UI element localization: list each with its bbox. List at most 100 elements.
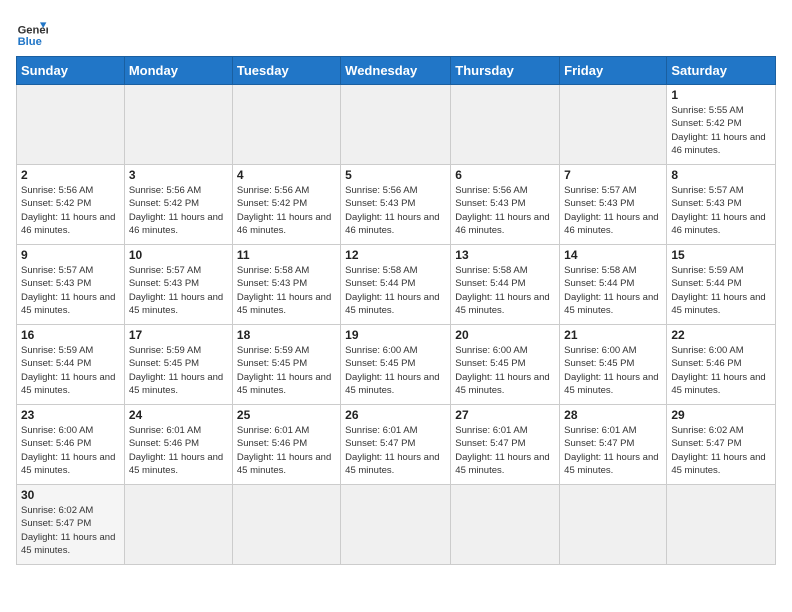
day-info: Sunrise: 5:56 AM Sunset: 5:42 PM Dayligh… <box>21 184 120 237</box>
day-info: Sunrise: 6:01 AM Sunset: 5:47 PM Dayligh… <box>455 424 555 477</box>
calendar-cell: 11 Sunrise: 5:58 AM Sunset: 5:43 PM Dayl… <box>232 245 340 325</box>
calendar-cell <box>451 85 560 165</box>
col-tuesday: Tuesday <box>232 57 340 85</box>
day-number: 27 <box>455 408 555 422</box>
calendar-cell <box>560 485 667 565</box>
day-info: Sunrise: 5:56 AM Sunset: 5:43 PM Dayligh… <box>345 184 446 237</box>
day-number: 28 <box>564 408 662 422</box>
day-number: 20 <box>455 328 555 342</box>
day-info: Sunrise: 6:02 AM Sunset: 5:47 PM Dayligh… <box>21 504 120 557</box>
day-number: 16 <box>21 328 120 342</box>
day-number: 10 <box>129 248 228 262</box>
calendar-cell: 24 Sunrise: 6:01 AM Sunset: 5:46 PM Dayl… <box>124 405 232 485</box>
day-number: 23 <box>21 408 120 422</box>
day-number: 11 <box>237 248 336 262</box>
day-info: Sunrise: 5:59 AM Sunset: 5:44 PM Dayligh… <box>671 264 771 317</box>
day-number: 18 <box>237 328 336 342</box>
calendar-cell: 2 Sunrise: 5:56 AM Sunset: 5:42 PM Dayli… <box>17 165 125 245</box>
calendar-cell: 19 Sunrise: 6:00 AM Sunset: 5:45 PM Dayl… <box>341 325 451 405</box>
calendar-cell: 22 Sunrise: 6:00 AM Sunset: 5:46 PM Dayl… <box>667 325 776 405</box>
calendar-cell: 21 Sunrise: 6:00 AM Sunset: 5:45 PM Dayl… <box>560 325 667 405</box>
day-number: 29 <box>671 408 771 422</box>
day-info: Sunrise: 5:58 AM Sunset: 5:44 PM Dayligh… <box>564 264 662 317</box>
day-number: 22 <box>671 328 771 342</box>
day-info: Sunrise: 5:59 AM Sunset: 5:45 PM Dayligh… <box>129 344 228 397</box>
svg-text:Blue: Blue <box>18 36 42 48</box>
calendar-cell <box>560 85 667 165</box>
day-info: Sunrise: 5:57 AM Sunset: 5:43 PM Dayligh… <box>129 264 228 317</box>
day-info: Sunrise: 5:57 AM Sunset: 5:43 PM Dayligh… <box>671 184 771 237</box>
calendar-cell <box>232 85 340 165</box>
calendar-cell: 3 Sunrise: 5:56 AM Sunset: 5:42 PM Dayli… <box>124 165 232 245</box>
calendar-cell: 4 Sunrise: 5:56 AM Sunset: 5:42 PM Dayli… <box>232 165 340 245</box>
day-info: Sunrise: 6:01 AM Sunset: 5:46 PM Dayligh… <box>237 424 336 477</box>
day-info: Sunrise: 5:55 AM Sunset: 5:42 PM Dayligh… <box>671 104 771 157</box>
day-number: 1 <box>671 88 771 102</box>
calendar-cell <box>124 485 232 565</box>
day-info: Sunrise: 6:01 AM Sunset: 5:46 PM Dayligh… <box>129 424 228 477</box>
day-number: 12 <box>345 248 446 262</box>
day-number: 15 <box>671 248 771 262</box>
calendar-table: Sunday Monday Tuesday Wednesday Thursday… <box>16 56 776 565</box>
day-number: 7 <box>564 168 662 182</box>
calendar-cell: 15 Sunrise: 5:59 AM Sunset: 5:44 PM Dayl… <box>667 245 776 325</box>
day-number: 19 <box>345 328 446 342</box>
logo: General Blue <box>16 16 52 48</box>
calendar-cell: 14 Sunrise: 5:58 AM Sunset: 5:44 PM Dayl… <box>560 245 667 325</box>
day-info: Sunrise: 5:58 AM Sunset: 5:44 PM Dayligh… <box>455 264 555 317</box>
day-info: Sunrise: 6:01 AM Sunset: 5:47 PM Dayligh… <box>345 424 446 477</box>
calendar-cell: 6 Sunrise: 5:56 AM Sunset: 5:43 PM Dayli… <box>451 165 560 245</box>
calendar-cell <box>667 485 776 565</box>
calendar-cell: 23 Sunrise: 6:00 AM Sunset: 5:46 PM Dayl… <box>17 405 125 485</box>
day-info: Sunrise: 5:57 AM Sunset: 5:43 PM Dayligh… <box>564 184 662 237</box>
day-number: 21 <box>564 328 662 342</box>
col-sunday: Sunday <box>17 57 125 85</box>
col-wednesday: Wednesday <box>341 57 451 85</box>
day-info: Sunrise: 6:00 AM Sunset: 5:46 PM Dayligh… <box>21 424 120 477</box>
calendar-cell: 13 Sunrise: 5:58 AM Sunset: 5:44 PM Dayl… <box>451 245 560 325</box>
day-info: Sunrise: 6:00 AM Sunset: 5:45 PM Dayligh… <box>345 344 446 397</box>
day-number: 25 <box>237 408 336 422</box>
day-number: 6 <box>455 168 555 182</box>
calendar-cell: 29 Sunrise: 6:02 AM Sunset: 5:47 PM Dayl… <box>667 405 776 485</box>
day-number: 5 <box>345 168 446 182</box>
day-info: Sunrise: 5:59 AM Sunset: 5:44 PM Dayligh… <box>21 344 120 397</box>
page-header: General Blue <box>16 16 776 48</box>
calendar-cell: 18 Sunrise: 5:59 AM Sunset: 5:45 PM Dayl… <box>232 325 340 405</box>
day-info: Sunrise: 5:57 AM Sunset: 5:43 PM Dayligh… <box>21 264 120 317</box>
day-number: 26 <box>345 408 446 422</box>
calendar-cell: 12 Sunrise: 5:58 AM Sunset: 5:44 PM Dayl… <box>341 245 451 325</box>
calendar-cell <box>232 485 340 565</box>
calendar-cell: 16 Sunrise: 5:59 AM Sunset: 5:44 PM Dayl… <box>17 325 125 405</box>
calendar-cell <box>17 85 125 165</box>
day-info: Sunrise: 6:00 AM Sunset: 5:45 PM Dayligh… <box>455 344 555 397</box>
day-number: 14 <box>564 248 662 262</box>
col-monday: Monday <box>124 57 232 85</box>
calendar-cell <box>451 485 560 565</box>
col-saturday: Saturday <box>667 57 776 85</box>
logo-icon: General Blue <box>16 16 48 48</box>
calendar-cell: 27 Sunrise: 6:01 AM Sunset: 5:47 PM Dayl… <box>451 405 560 485</box>
col-thursday: Thursday <box>451 57 560 85</box>
calendar-cell <box>124 85 232 165</box>
day-number: 2 <box>21 168 120 182</box>
calendar-cell: 26 Sunrise: 6:01 AM Sunset: 5:47 PM Dayl… <box>341 405 451 485</box>
day-number: 13 <box>455 248 555 262</box>
calendar-cell: 5 Sunrise: 5:56 AM Sunset: 5:43 PM Dayli… <box>341 165 451 245</box>
day-info: Sunrise: 6:02 AM Sunset: 5:47 PM Dayligh… <box>671 424 771 477</box>
day-number: 30 <box>21 488 120 502</box>
day-info: Sunrise: 6:00 AM Sunset: 5:45 PM Dayligh… <box>564 344 662 397</box>
calendar-cell: 9 Sunrise: 5:57 AM Sunset: 5:43 PM Dayli… <box>17 245 125 325</box>
day-number: 3 <box>129 168 228 182</box>
day-number: 8 <box>671 168 771 182</box>
day-info: Sunrise: 5:59 AM Sunset: 5:45 PM Dayligh… <box>237 344 336 397</box>
col-friday: Friday <box>560 57 667 85</box>
calendar-cell: 30 Sunrise: 6:02 AM Sunset: 5:47 PM Dayl… <box>17 485 125 565</box>
day-number: 9 <box>21 248 120 262</box>
day-info: Sunrise: 6:01 AM Sunset: 5:47 PM Dayligh… <box>564 424 662 477</box>
day-info: Sunrise: 5:56 AM Sunset: 5:43 PM Dayligh… <box>455 184 555 237</box>
calendar-cell: 7 Sunrise: 5:57 AM Sunset: 5:43 PM Dayli… <box>560 165 667 245</box>
day-number: 17 <box>129 328 228 342</box>
calendar-cell: 10 Sunrise: 5:57 AM Sunset: 5:43 PM Dayl… <box>124 245 232 325</box>
day-info: Sunrise: 5:56 AM Sunset: 5:42 PM Dayligh… <box>237 184 336 237</box>
